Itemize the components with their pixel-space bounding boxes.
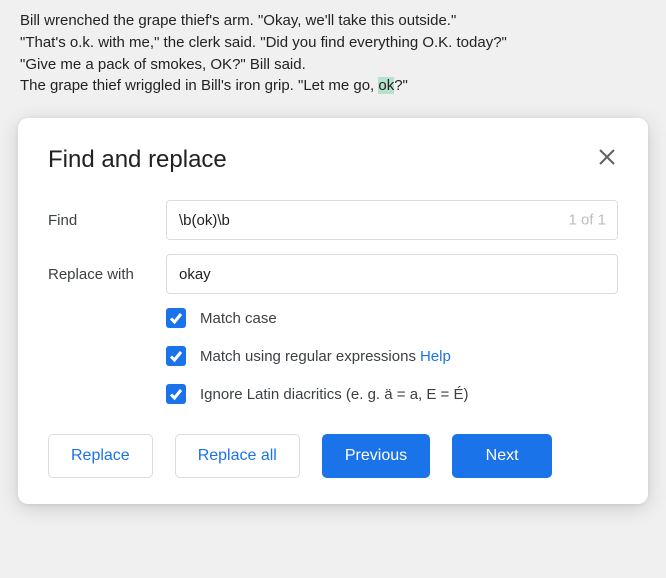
- regex-help-link[interactable]: Help: [420, 348, 451, 365]
- doc-line: The grape thief wriggled in Bill's iron …: [20, 75, 646, 97]
- regex-label: Match using regular expressions: [200, 348, 416, 365]
- match-count: 1 of 1: [568, 212, 606, 229]
- match-case-checkbox[interactable]: [166, 308, 186, 328]
- close-button[interactable]: [596, 146, 618, 168]
- replace-button[interactable]: Replace: [48, 434, 153, 478]
- check-icon: [169, 387, 183, 401]
- doc-line: "Give me a pack of smokes, OK?" Bill sai…: [20, 54, 646, 76]
- match-case-row: Match case: [166, 308, 618, 328]
- find-input[interactable]: [166, 200, 618, 240]
- dialog-title: Find and replace: [48, 146, 227, 174]
- doc-line: Bill wrenched the grape thief's arm. "Ok…: [20, 10, 646, 32]
- check-icon: [169, 349, 183, 363]
- diacritics-row: Ignore Latin diacritics (e. g. ä = a, E …: [166, 384, 618, 404]
- previous-button[interactable]: Previous: [322, 434, 430, 478]
- find-replace-dialog: Find and replace Find 1 of 1 Replace wit…: [18, 118, 648, 504]
- document-text: Bill wrenched the grape thief's arm. "Ok…: [0, 0, 666, 107]
- replace-row: Replace with: [48, 254, 618, 294]
- regex-row: Match using regular expressions Help: [166, 346, 618, 366]
- options-group: Match case Match using regular expressio…: [166, 308, 618, 404]
- button-row: Replace Replace all Previous Next: [48, 434, 618, 478]
- replace-input[interactable]: [166, 254, 618, 294]
- doc-text: ?": [394, 77, 408, 94]
- regex-checkbox[interactable]: [166, 346, 186, 366]
- search-highlight: ok: [378, 77, 394, 94]
- close-icon: [598, 148, 616, 166]
- diacritics-checkbox[interactable]: [166, 384, 186, 404]
- find-label: Find: [48, 212, 166, 229]
- diacritics-label: Ignore Latin diacritics (e. g. ä = a, E …: [200, 386, 468, 403]
- next-button[interactable]: Next: [452, 434, 552, 478]
- replace-input-wrap: [166, 254, 618, 294]
- replace-label: Replace with: [48, 266, 166, 283]
- find-input-wrap: 1 of 1: [166, 200, 618, 240]
- check-icon: [169, 311, 183, 325]
- doc-text: The grape thief wriggled in Bill's iron …: [20, 77, 378, 94]
- find-row: Find 1 of 1: [48, 200, 618, 240]
- replace-all-button[interactable]: Replace all: [175, 434, 300, 478]
- match-case-label: Match case: [200, 310, 277, 327]
- dialog-header: Find and replace: [48, 146, 618, 174]
- doc-line: "That's o.k. with me," the clerk said. "…: [20, 32, 646, 54]
